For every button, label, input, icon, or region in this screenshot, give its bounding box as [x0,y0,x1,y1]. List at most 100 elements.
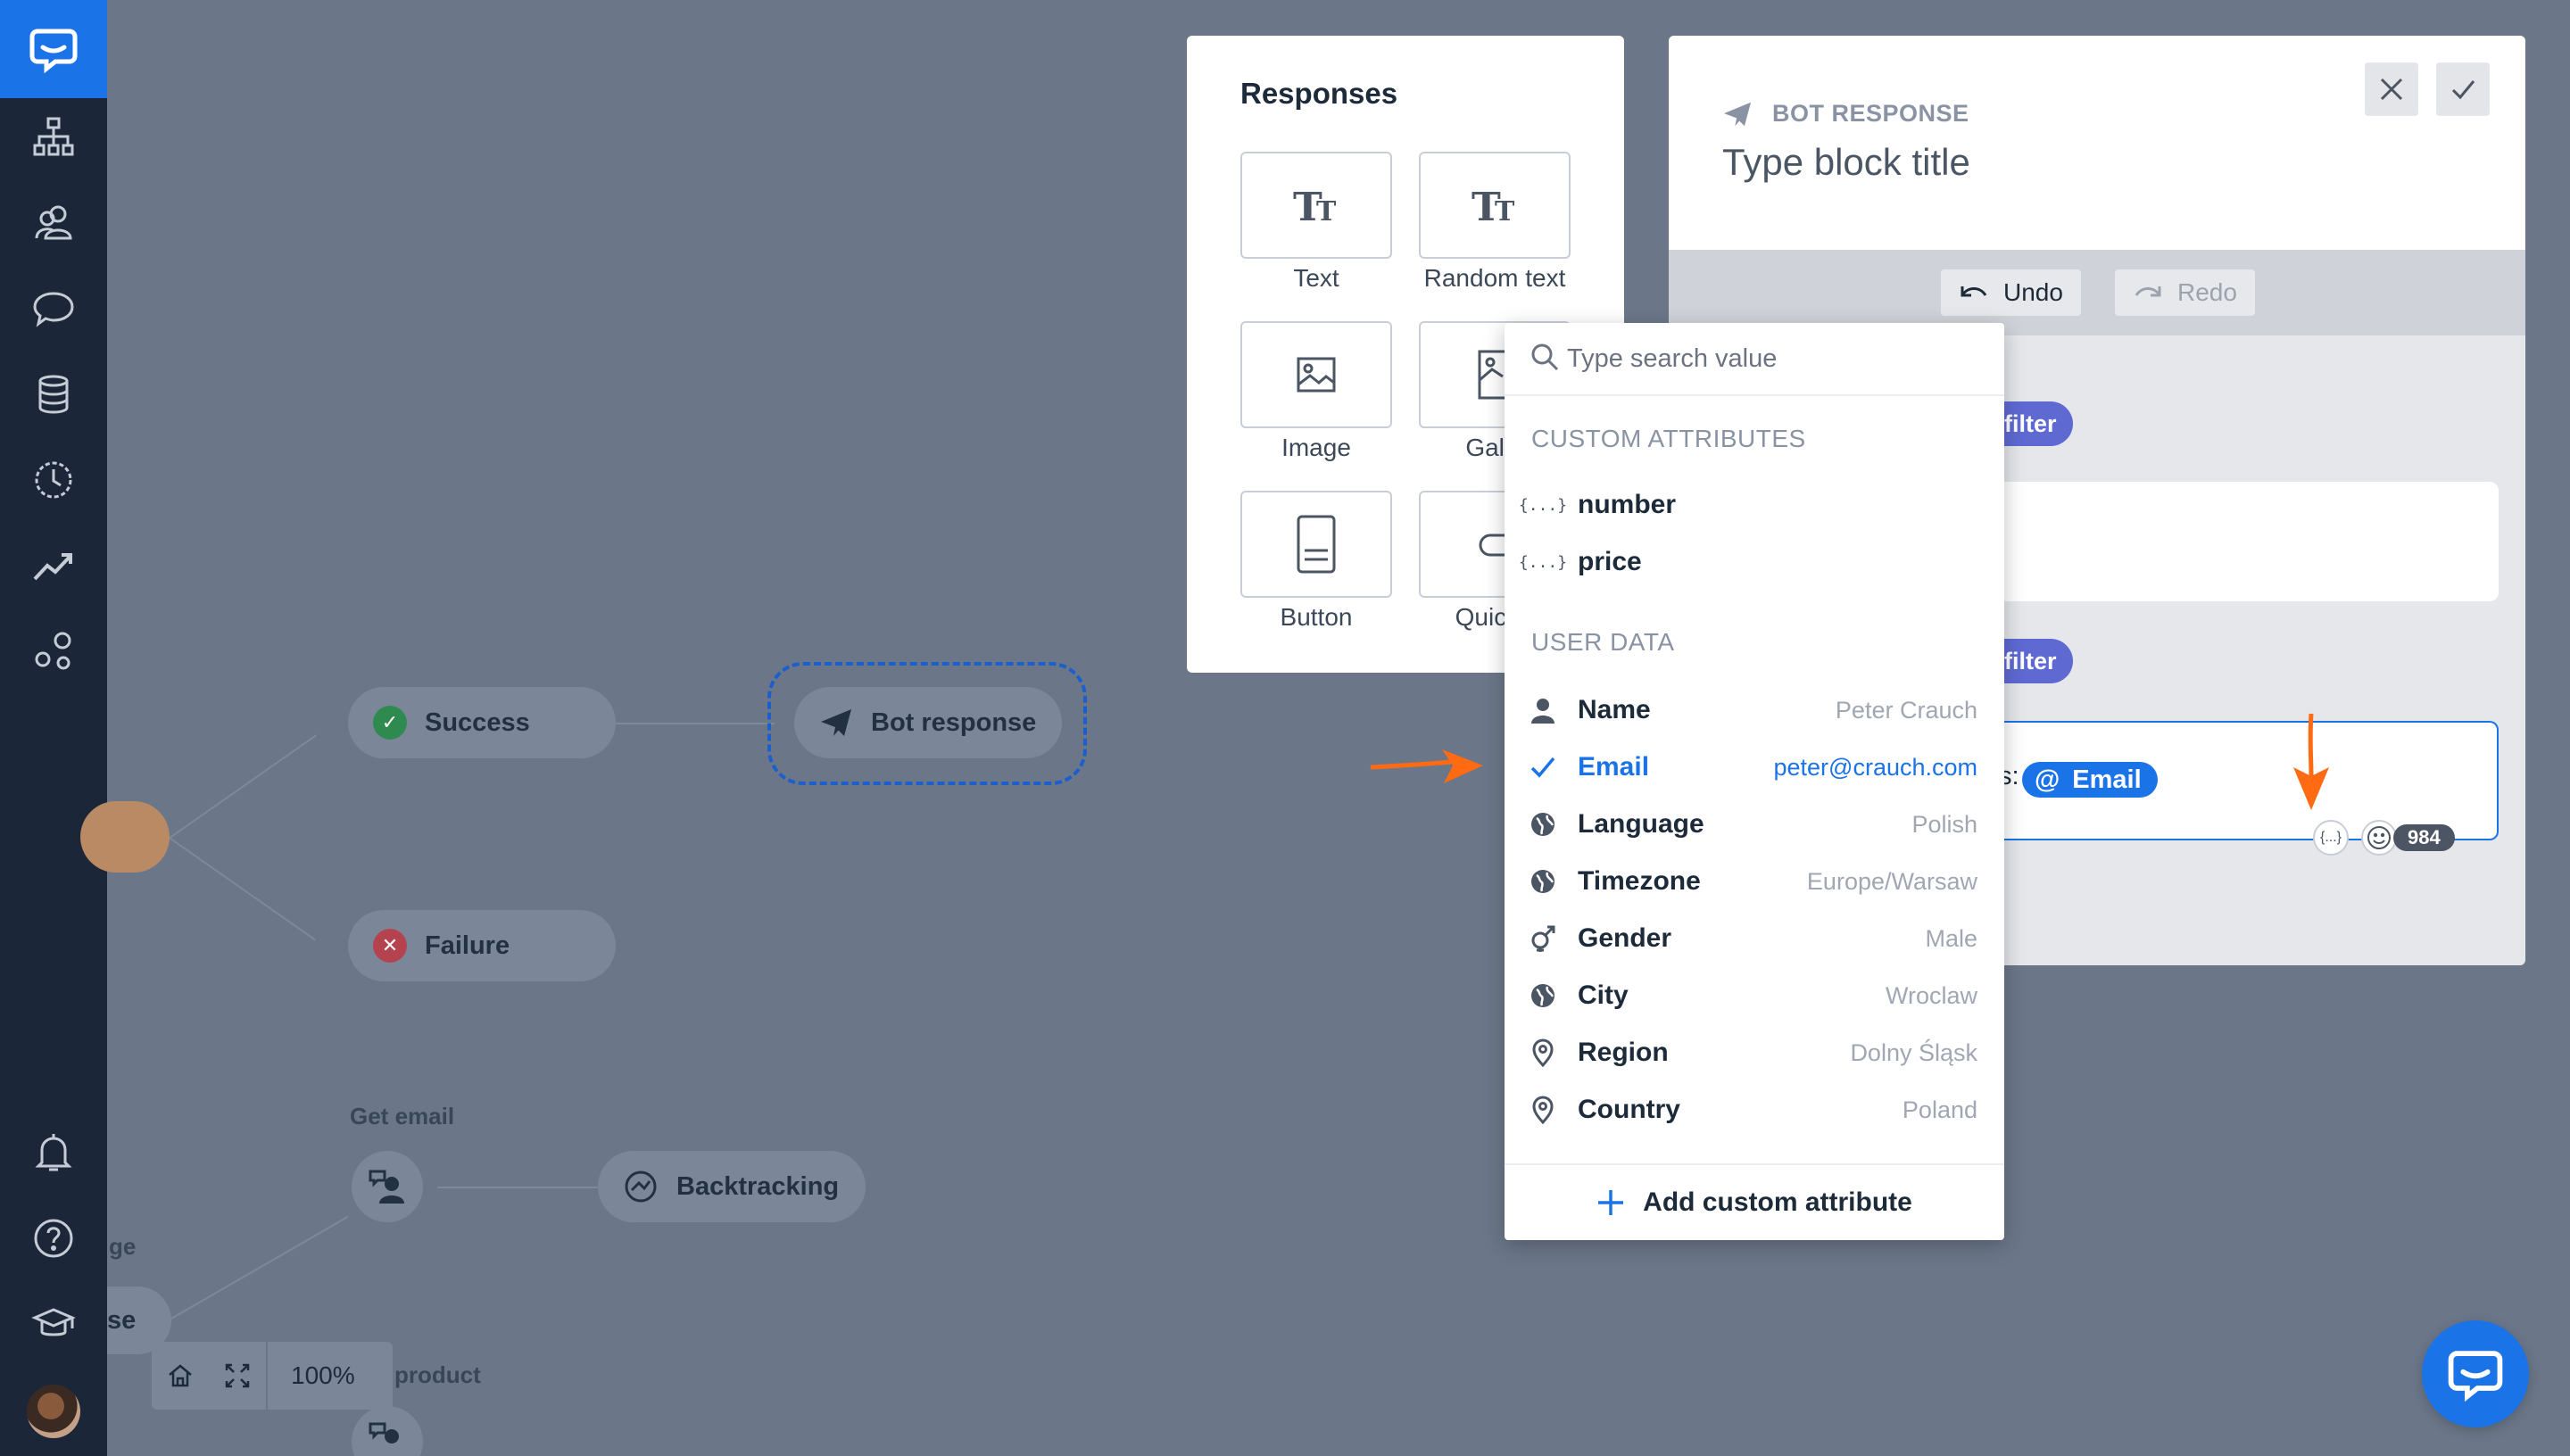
list-item-value: Wroclaw [1885,981,1977,1009]
redo-icon [2135,286,2161,297]
product-label: product [394,1361,481,1388]
plus-icon [1598,1190,1624,1215]
list-item-label: number [1578,490,1677,519]
help-icon[interactable] [29,1213,79,1263]
image-icon [1297,357,1336,393]
confirm-button[interactable] [2436,62,2490,116]
tile-text[interactable]: TT [1240,152,1392,259]
home-icon[interactable] [152,1342,209,1410]
database-icon[interactable] [29,369,79,419]
list-item-label: Region [1578,1038,1669,1067]
canvas-partial-label: ge [109,1233,137,1260]
bot-response-kind-label: BOT RESPONSE [1772,100,1969,127]
at-icon: @ [2035,765,2060,794]
node-success[interactable]: ✓ Success [348,687,616,758]
bot-panel-header: BOT RESPONSE Type block title [1669,36,2525,250]
list-item[interactable]: Name Peter Crauch [1505,682,2004,739]
search-input[interactable] [1567,343,1960,374]
attribute-dropdown: CUSTOM ATTRIBUTES {...} number {...} pri… [1505,323,2004,1240]
node-get-email[interactable] [352,1151,423,1222]
globe-icon [1531,813,1554,836]
search-row [1505,323,2004,396]
list-item-label: Language [1578,809,1704,839]
flow-node-start[interactable] [80,801,170,873]
bell-icon[interactable] [29,1128,79,1178]
list-item-label: Country [1578,1095,1680,1124]
list-item-value: Europe/Warsaw [1806,867,1977,895]
list-item-value: Poland [1902,1096,1977,1123]
add-custom-attribute-button[interactable]: Add custom attribute [1505,1163,2004,1240]
bot-response-kind: BOT RESPONSE [1722,100,1969,128]
gender-icon [1531,925,1555,952]
text-format-icon: TT [1472,185,1515,228]
list-item[interactable]: Region Dolny Śląsk [1505,1024,2004,1081]
analytics-trend-icon[interactable] [29,541,79,591]
node-failure-label: Failure [425,931,510,960]
tile-text-label: Text [1293,264,1339,292]
tile-image[interactable] [1240,321,1392,428]
list-item-label: Timezone [1578,866,1701,896]
node-partial-label: se [107,1305,137,1335]
tile-button-label: Button [1280,603,1353,631]
get-email-label: Get email [350,1103,455,1129]
node-failure[interactable]: ✕ Failure [348,910,616,981]
custom-attributes-header: CUSTOM ATTRIBUTES [1531,425,1806,452]
integrations-icon[interactable] [29,626,79,676]
svg-text:T: T [1495,196,1515,228]
user-data-header: USER DATA [1531,628,1675,656]
list-item-selected[interactable]: Email peter@crauch.com [1505,739,2004,796]
close-icon [2380,78,2403,101]
list-item-label: City [1578,980,1629,1010]
attribute-icon: {...} [2319,830,2342,845]
list-item[interactable]: Language Polish [1505,796,2004,853]
tile-button[interactable] [1240,491,1392,598]
sidebar [0,0,107,1456]
block-title-input[interactable]: Type block title [1722,141,1970,184]
paper-plane-icon [819,707,853,738]
add-custom-attribute-label: Add custom attribute [1643,1187,1912,1217]
redo-button[interactable]: Redo [2115,269,2255,316]
close-button[interactable] [2365,62,2418,116]
tile-random-text-label: Random text [1423,264,1566,292]
list-item[interactable]: {...} number [1505,476,2004,534]
node-bot-response[interactable]: Bot response [794,687,1062,758]
flow-connector [170,1216,349,1320]
search-icon [1505,342,1559,376]
insert-attribute-button[interactable]: {...} [2313,820,2349,856]
check-icon [2451,80,2475,100]
sitemap-icon[interactable] [29,112,79,162]
email-attribute-chip[interactable]: @ Email [2022,762,2158,798]
button-icon [1297,515,1336,574]
svg-text:T: T [1316,196,1337,228]
chats-icon[interactable] [29,284,79,334]
academy-icon[interactable] [29,1299,79,1349]
check-circle-icon: ✓ [373,706,407,740]
list-item[interactable]: City Wroclaw [1505,967,2004,1024]
chat-widget-button[interactable] [2422,1320,2529,1427]
list-item[interactable]: Timezone Europe/Warsaw [1505,853,2004,910]
email-chip-label: Email [2072,765,2142,794]
flow-connector [168,837,316,941]
paper-plane-icon [1724,102,1751,126]
smiley-icon [2367,826,2391,849]
node-backtracking[interactable]: Backtracking [598,1151,866,1222]
list-item[interactable]: {...} price [1505,534,2004,591]
emoji-button[interactable] [2361,820,2397,856]
users-icon[interactable] [29,198,79,248]
chat-logo-icon [29,29,78,74]
tile-random-text[interactable]: TT [1419,152,1571,259]
app-logo[interactable] [0,0,107,98]
history-icon[interactable] [29,455,79,505]
undo-button[interactable]: Undo [1941,269,2081,316]
message-box[interactable] [1963,482,2499,601]
avatar[interactable] [27,1385,80,1438]
node-product[interactable] [352,1406,423,1456]
fit-screen-icon[interactable] [209,1342,266,1410]
responses-title: Responses [1240,77,1398,110]
person-icon [1531,699,1554,724]
annotation-arrow-icon [1370,749,1483,783]
list-item[interactable]: Country Poland [1505,1081,2004,1138]
list-item-value: Peter Crauch [1835,696,1977,724]
zoom-level[interactable]: 100% [268,1361,355,1390]
list-item[interactable]: Gender Male [1505,910,2004,967]
